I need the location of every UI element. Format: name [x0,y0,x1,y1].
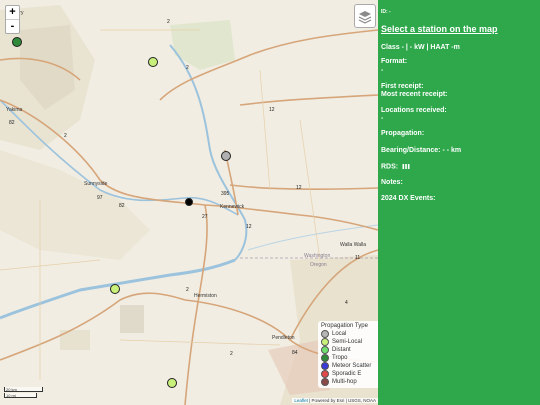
road-number: 12 [269,107,275,113]
road-number: 11 [355,255,361,261]
road-number: 2 [64,133,67,139]
legend-title: Propagation Type [321,323,368,329]
legend-label: Multi-hop [332,379,357,385]
road-number: 395 [221,191,230,197]
station-marker[interactable] [12,37,22,47]
legend-item: Sporadic E [321,370,377,378]
rds-row: RDS: [381,163,410,170]
legend-label: Tropo [332,355,348,361]
zoom-in-button[interactable]: + [6,6,19,19]
rds-label: RDS: [381,163,399,171]
place-label-sunnyside: Sunnyside [84,181,108,187]
legend-label: Distant [332,347,351,353]
legend-item: Tropo [321,354,377,362]
legend-swatch [321,330,329,338]
road-number: 2 [186,287,189,293]
legend-swatch [321,378,329,386]
zoom-control: + - [5,5,20,34]
format-value: - [381,67,384,74]
road-number: 84 [292,350,298,356]
map-scale: 20 km 10 mi [4,387,43,399]
legend-item: Meteor Scatter [321,362,377,370]
place-label-hermiston: Hermiston [194,293,217,299]
format-label: Format: [381,58,408,65]
legend-label: Meteor Scatter [332,363,372,369]
road-number: 97 [97,195,103,201]
dx-events-label: 2024 DX Events: [381,195,436,202]
propagation-label: Propagation: [381,130,425,137]
place-label-walla-walla: Walla Walla [340,242,367,248]
station-marker[interactable] [148,57,158,67]
road-number: 2 [167,19,170,25]
station-marker[interactable] [110,284,120,294]
locations-label: Locations received: [381,107,447,114]
legend-item: Distant [321,346,377,354]
propagation-legend: Propagation Type Local Semi-Local Distan… [318,321,378,388]
station-id: ID: - [381,9,391,15]
legend-swatch [321,338,329,346]
locations-value: - [381,115,384,122]
road-number: 4 [345,300,348,306]
station-info-panel: ID: - Select a station on the map Class … [378,0,540,405]
road-number: 2 [230,351,233,357]
place-label-yakima: Yakima [6,107,23,113]
road-number: 12 [246,224,252,230]
map[interactable]: E...ury Yakima Sunnyside Kennewick Walla… [0,0,378,405]
legend-item: Multi-hop [321,378,377,386]
road-number: 2 [186,65,189,71]
road-number: 12 [296,185,302,191]
place-label-oregon: Oregon [310,262,327,268]
notes-label: Notes: [381,179,403,186]
first-receipt-label: First receipt: [381,83,424,90]
station-class: Class - | - kW | HAAT -m [381,44,460,51]
rds-icon [402,164,410,169]
scale-km: 20 km [4,387,43,392]
legend-swatch [321,346,329,354]
most-recent-receipt-label: Most recent receipt: [381,91,448,98]
place-label-washington: Washington [304,253,331,259]
legend-swatch [321,370,329,378]
legend-label: Sporadic E [332,371,362,377]
legend-label: Local [332,331,347,337]
station-marker[interactable] [167,378,177,388]
layers-icon [358,11,372,24]
legend-item: Local [321,330,377,338]
legend-item: Semi-Local [321,338,377,346]
attribution-text: | Powered by Esri | USGS, NOAA [309,398,376,403]
road-number: 82 [9,120,15,126]
scale-mi: 10 mi [4,393,37,398]
station-marker[interactable] [221,151,231,161]
legend-swatch [321,354,329,362]
legend-swatch [321,362,329,370]
place-label-kennewick: Kennewick [220,204,245,210]
panel-title: Select a station on the map [381,24,498,34]
leaflet-link[interactable]: Leaflet [294,398,308,403]
bearing-distance: Bearing/Distance: - - km [381,147,462,154]
road-number: 27 [202,214,208,220]
place-label-pendleton: Pendleton [272,335,295,341]
map-attribution: Leaflet | Powered by Esri | USGS, NOAA [292,398,378,403]
legend-label: Semi-Local [332,339,363,345]
station-marker-selected[interactable] [185,198,193,206]
zoom-out-button[interactable]: - [6,19,19,33]
layers-button[interactable] [354,4,376,28]
road-number: 82 [119,203,125,209]
